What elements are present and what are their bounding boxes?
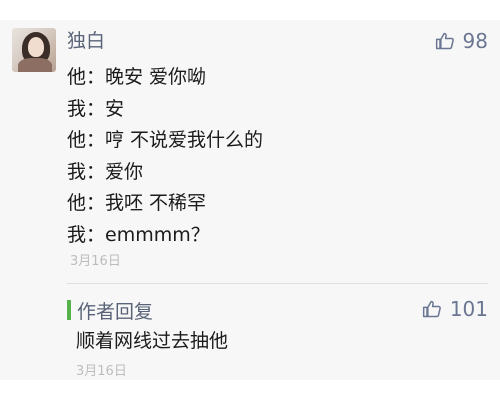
thumbs-up-icon	[422, 300, 441, 318]
reply-divider	[67, 283, 488, 284]
avatar-body	[18, 58, 52, 72]
comment-username[interactable]: 独白	[67, 28, 105, 54]
author-reply-bar	[67, 300, 71, 320]
author-reply-header: 作者回复	[67, 296, 153, 324]
comment-line: 他：晚安 爱你呦	[67, 66, 207, 88]
reply-date: 3月16日	[76, 364, 127, 379]
reply-text: 顺着网线过去抽他	[76, 330, 229, 352]
comment-card: 独白 98 他：晚安 爱你呦 我：安 他：哼 不说爱我什么的 我：爱你 他：我呸…	[0, 20, 500, 380]
comment-line: 他：我呸 不稀罕	[67, 192, 207, 214]
comment-like-count: 98	[462, 29, 488, 53]
thumbs-up-icon	[435, 32, 454, 50]
reply-like-count: 101	[449, 297, 488, 321]
author-reply-tag: 作者回复	[67, 296, 153, 324]
comment-line: 他：哼 不说爱我什么的	[67, 129, 264, 151]
comment-line: 我：爱你	[67, 160, 144, 183]
author-reply-label: 作者回复	[77, 300, 154, 323]
reply-like-button[interactable]: 101	[422, 297, 488, 321]
comment-date: 3月16日	[70, 254, 121, 269]
comment-like-button[interactable]: 98	[435, 29, 488, 53]
comment-body: 他：晚安 爱你呦 我：安 他：哼 不说爱我什么的 我：爱你 他：我呸 不稀罕 我…	[67, 62, 263, 251]
comment-line: 我：emmmm？	[67, 223, 210, 246]
comment-line: 我：安	[67, 97, 125, 120]
avatar-face	[28, 37, 44, 57]
avatar[interactable]	[12, 28, 56, 72]
